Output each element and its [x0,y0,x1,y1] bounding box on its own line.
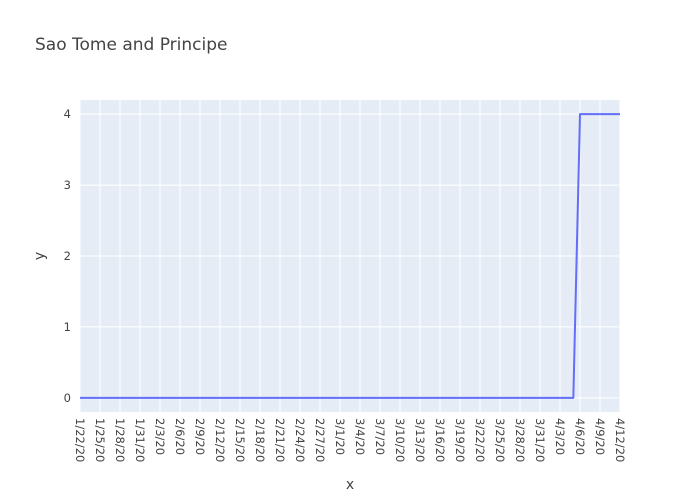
y-tick-label: 0 [64,391,71,405]
x-tick-label: 2/21/20 [273,418,287,462]
x-tick-label: 3/16/20 [433,418,447,462]
x-tick-label: 1/22/20 [73,418,87,462]
x-tick-labels: 1/22/20 1/25/20 1/28/20 1/31/20 2/3/20 2/6/20… [73,418,627,462]
x-tick-label: 2/27/20 [313,418,327,462]
x-tick-label: 3/4/20 [353,418,367,455]
x-tick-label: 3/31/20 [533,418,547,462]
x-tick-label: 3/13/20 [413,418,427,462]
x-tick-label: 3/7/20 [373,418,387,455]
y-tick-label: 3 [64,178,71,192]
x-tick-label: 4/6/20 [573,418,587,455]
x-axis-title: x [346,477,354,493]
y-tick-label: 1 [64,320,71,334]
x-tick-label: 2/15/20 [233,418,247,462]
x-tick-label: 2/3/20 [153,418,167,455]
y-axis-title: y [32,252,48,260]
x-tick-label: 4/9/20 [593,418,607,455]
x-tick-label: 3/19/20 [453,418,467,462]
x-tick-label: 2/6/20 [173,418,187,455]
x-tick-label: 2/9/20 [193,418,207,455]
x-tick-label: 3/25/20 [493,418,507,462]
y-tick-labels: 0 1 2 3 4 [64,107,71,405]
x-tick-label: 1/28/20 [113,418,127,462]
x-tick-label: 4/3/20 [553,418,567,455]
x-tick-label: 1/31/20 [133,418,147,462]
x-tick-label: 2/24/20 [293,418,307,462]
chart-svg: 0 1 2 3 4 1/22/20 1/25/20 1/28/20 1/31/20 2/3/20… [32,35,627,493]
chart-title: Sao Tome and Principe [35,35,227,55]
y-tick-label: 4 [64,107,71,121]
x-tick-label: 4/12/20 [613,418,627,462]
x-tick-label: 3/10/20 [393,418,407,462]
chart: 0 1 2 3 4 1/22/20 1/25/20 1/28/20 1/31/20 2/3/20… [0,0,700,500]
y-tick-label: 2 [64,249,71,263]
x-tick-label: 1/25/20 [93,418,107,462]
x-tick-label: 3/1/20 [333,418,347,455]
x-tick-label: 3/22/20 [473,418,487,462]
x-tick-label: 2/18/20 [253,418,267,462]
x-tick-label: 2/12/20 [213,418,227,462]
x-tick-label: 3/28/20 [513,418,527,462]
